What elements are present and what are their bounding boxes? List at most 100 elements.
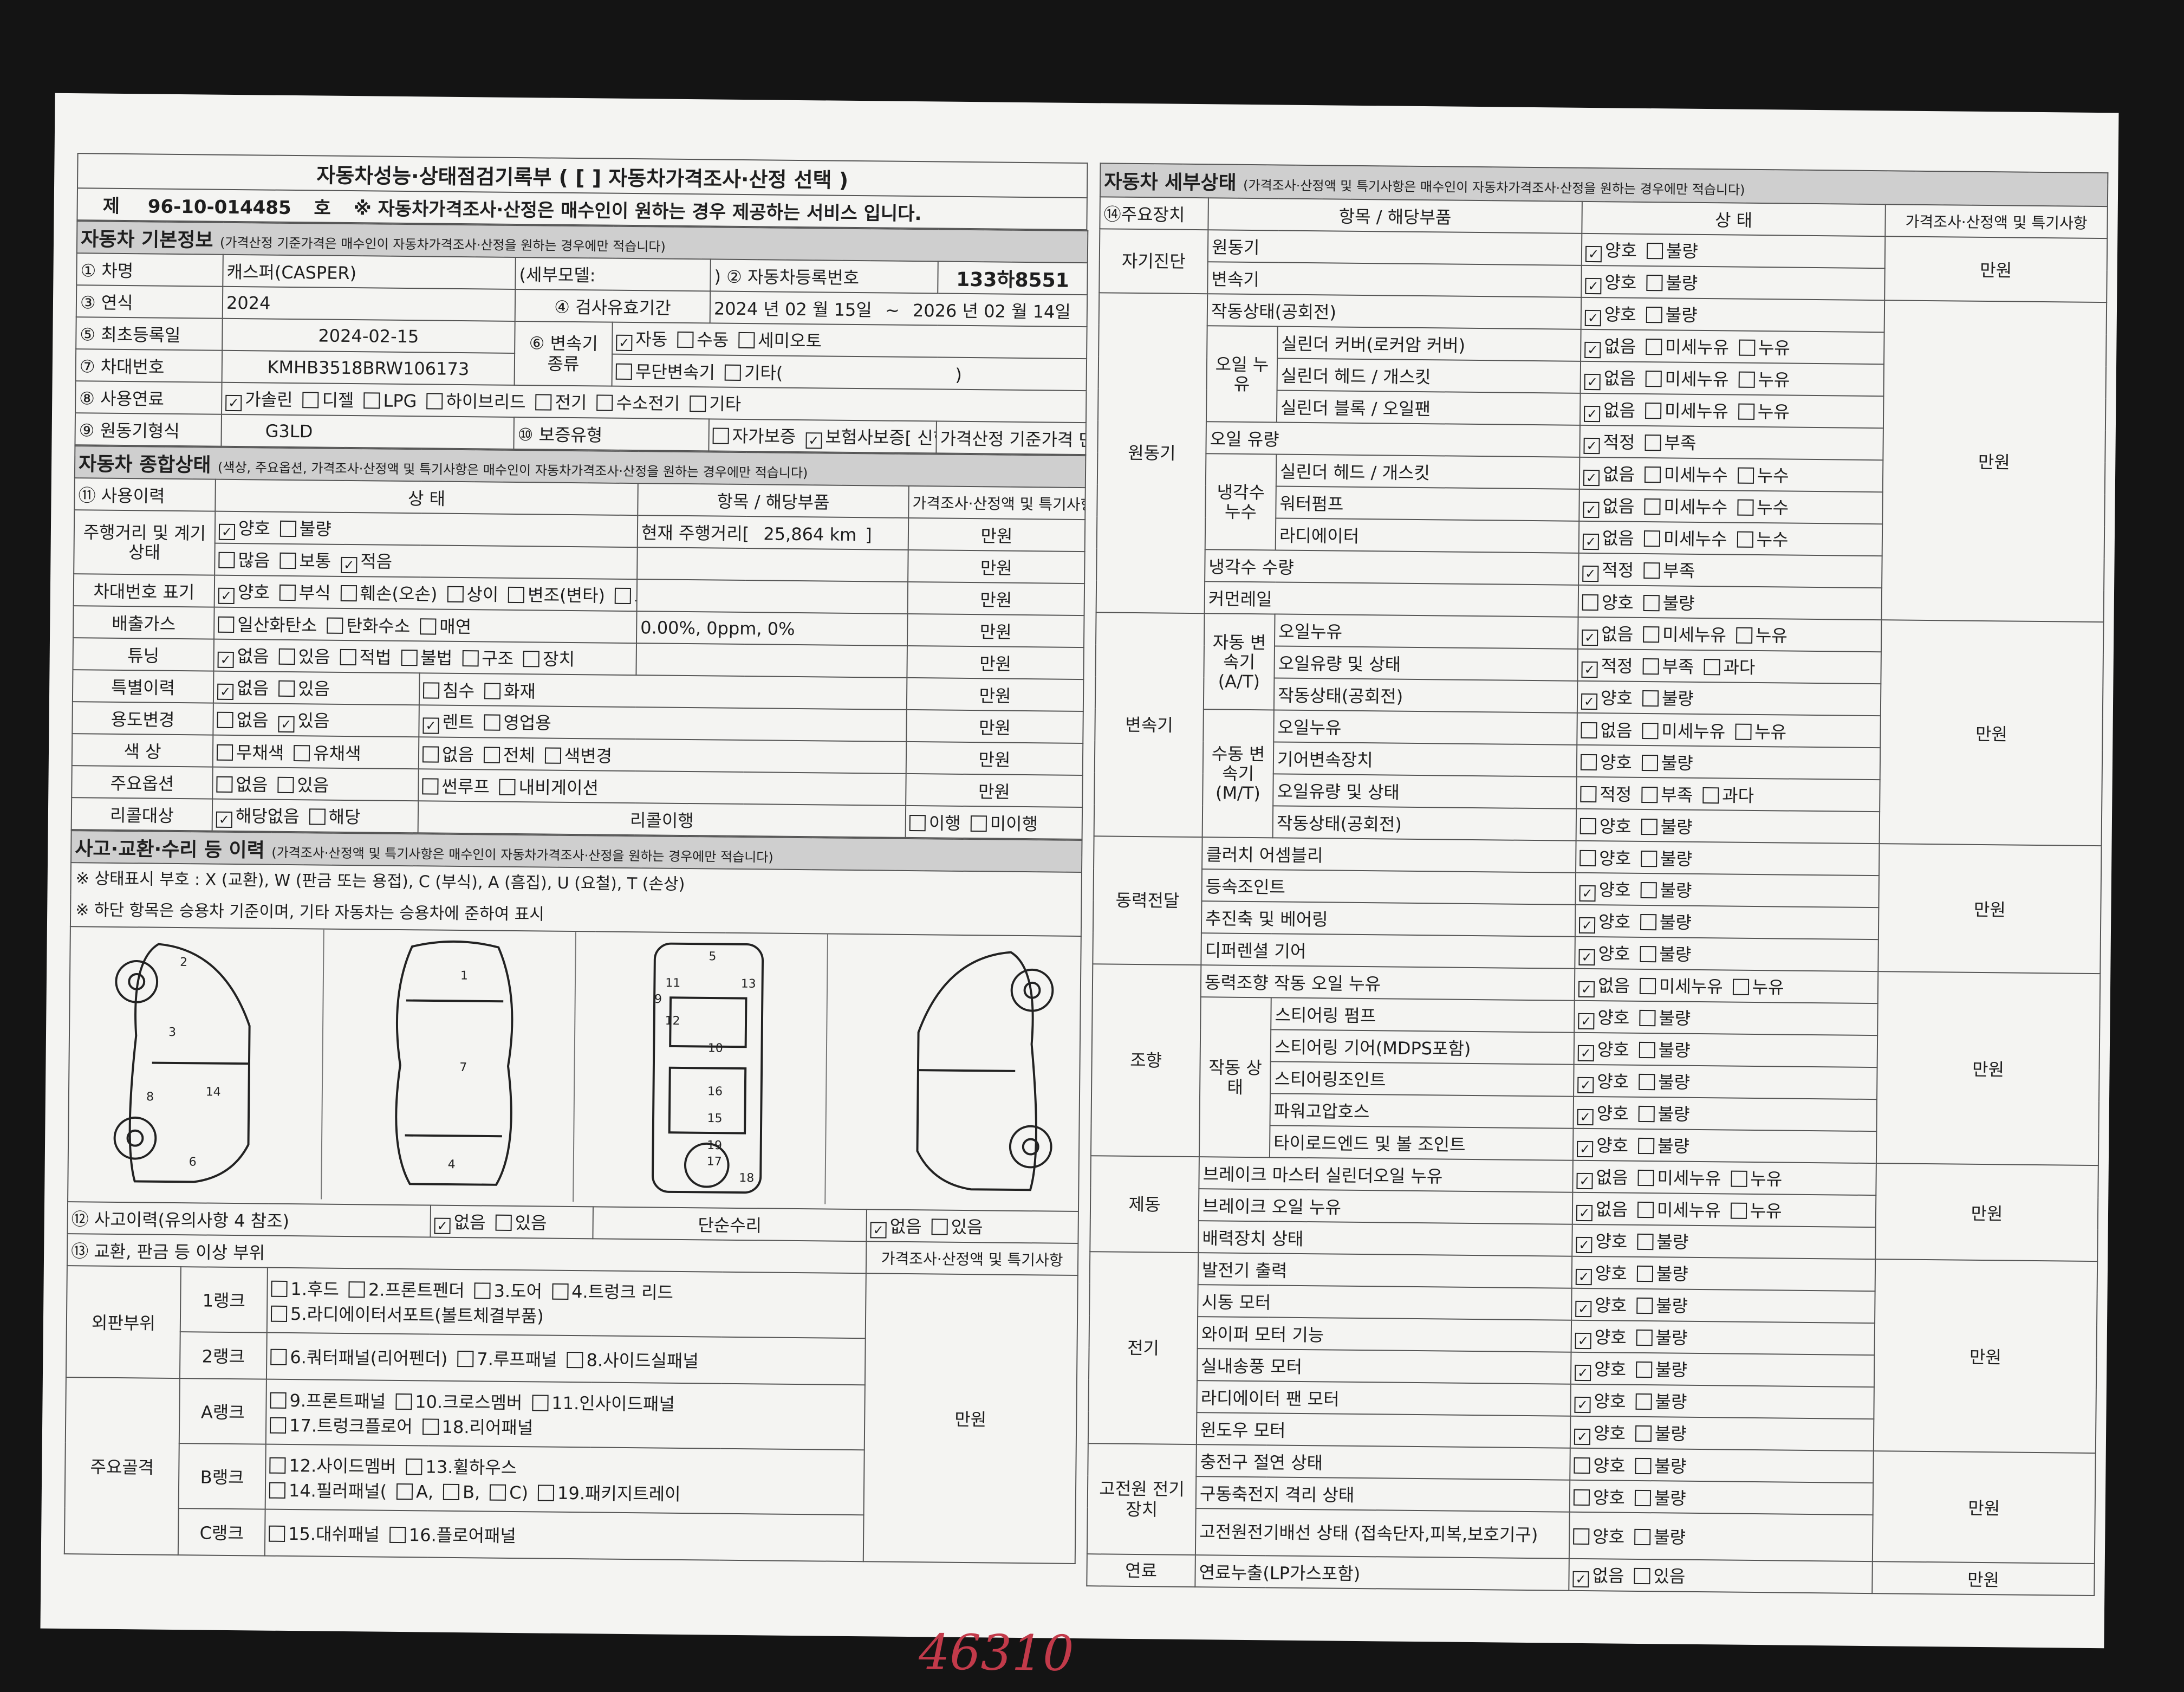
checkbox-icon[interactable]: [457, 1351, 474, 1367]
checkbox-option[interactable]: ✓ 양호: [218, 579, 270, 605]
checkbox-option[interactable]: ✓ 해당없음: [216, 802, 300, 828]
checkbox-option[interactable]: 침수: [422, 677, 474, 702]
checkbox-option[interactable]: 불량: [1634, 1484, 1686, 1509]
checkbox-option[interactable]: ✓ 적정: [1582, 556, 1634, 582]
checkbox-icon[interactable]: [1644, 466, 1661, 483]
checkbox-option[interactable]: 무채색: [216, 738, 284, 764]
checkbox-option[interactable]: 불량: [1637, 1132, 1689, 1158]
checkbox-icon[interactable]: [1635, 1457, 1652, 1474]
checkbox-option[interactable]: 양호: [1580, 748, 1632, 774]
checkbox-icon[interactable]: [1636, 1265, 1653, 1282]
checkbox-icon[interactable]: [1641, 754, 1658, 771]
checkbox-option[interactable]: ✓ 양호: [1575, 1324, 1627, 1350]
checkbox-option[interactable]: ✓ 양호: [1575, 1356, 1626, 1382]
checkbox-icon[interactable]: ✓: [1585, 245, 1602, 263]
checkbox-option[interactable]: ✓ 적음: [340, 548, 392, 574]
checkbox-option[interactable]: 일산화탄소: [218, 611, 317, 637]
checkbox-icon[interactable]: [1642, 626, 1660, 643]
checkbox-option[interactable]: 불량: [1640, 909, 1692, 934]
checkbox-icon[interactable]: [712, 427, 729, 444]
checkbox-option[interactable]: ✓ 없음: [1582, 524, 1634, 550]
checkbox-option[interactable]: 무단변속기: [615, 358, 716, 384]
checkbox-icon[interactable]: [1644, 402, 1662, 419]
checkbox-icon[interactable]: [1582, 594, 1598, 611]
checkbox-icon[interactable]: [422, 682, 440, 699]
checkbox-option[interactable]: 미이행: [970, 810, 1038, 835]
checkbox-option[interactable]: 상이: [447, 581, 498, 606]
checkbox-option[interactable]: 미세누유: [1642, 717, 1725, 742]
checkbox-icon[interactable]: ✓: [1583, 405, 1601, 423]
checkbox-icon[interactable]: [1643, 530, 1660, 547]
checkbox-icon[interactable]: [1639, 1041, 1655, 1059]
checkbox-icon[interactable]: [309, 808, 326, 825]
checkbox-icon[interactable]: ✓: [1576, 1204, 1593, 1222]
checkbox-option[interactable]: ✓ 양호: [1584, 301, 1636, 327]
checkbox-option[interactable]: 양호: [1580, 844, 1631, 870]
checkbox-icon[interactable]: [1580, 786, 1597, 802]
checkbox-icon[interactable]: ✓: [1572, 1571, 1589, 1588]
checkbox-option[interactable]: 5.라디에이터서포트(볼트체결부품): [270, 1300, 544, 1328]
checkbox-option[interactable]: ✓ 없음: [1584, 365, 1636, 391]
checkbox-icon[interactable]: [537, 1484, 555, 1501]
checkbox-icon[interactable]: [1580, 754, 1597, 770]
checkbox-option[interactable]: 탄화수소: [327, 612, 410, 637]
checkbox-icon[interactable]: ✓: [1575, 1268, 1592, 1286]
checkbox-option[interactable]: ✓ 렌트: [422, 708, 474, 734]
checkbox-option[interactable]: 14.필러패널(: [269, 1477, 387, 1503]
checkbox-option[interactable]: 부족: [1641, 781, 1693, 806]
checkbox-option[interactable]: 전체: [483, 741, 535, 767]
checkbox-icon[interactable]: [1642, 658, 1659, 675]
checkbox-icon[interactable]: [1731, 1170, 1747, 1187]
checkbox-option[interactable]: 3.도어: [474, 1277, 542, 1302]
checkbox-icon[interactable]: ✓: [1575, 1332, 1591, 1350]
checkbox-option[interactable]: 11.인사이드패널: [532, 1389, 675, 1416]
checkbox-option[interactable]: 불량: [1640, 877, 1692, 902]
checkbox-option[interactable]: ✓ 없음: [1572, 1562, 1624, 1588]
checkbox-icon[interactable]: [1574, 1457, 1590, 1474]
checkbox-icon[interactable]: [1640, 913, 1657, 931]
checkbox-icon[interactable]: [1638, 1105, 1655, 1123]
checkbox-icon[interactable]: [1580, 850, 1596, 866]
checkbox-icon[interactable]: [389, 1526, 406, 1544]
checkbox-icon[interactable]: [1644, 434, 1661, 451]
checkbox-icon[interactable]: ✓: [1584, 309, 1601, 327]
checkbox-option[interactable]: 내비게이션: [499, 773, 599, 799]
checkbox-icon[interactable]: ✓: [1582, 629, 1598, 646]
checkbox-icon[interactable]: [1573, 1489, 1590, 1506]
checkbox-option[interactable]: 불량: [1635, 1420, 1687, 1445]
checkbox-option[interactable]: 이행: [909, 809, 961, 834]
checkbox-option[interactable]: 19.패키지트레이: [537, 1479, 681, 1506]
checkbox-option[interactable]: 있음: [277, 771, 329, 796]
checkbox-icon[interactable]: [490, 1484, 506, 1501]
checkbox-icon[interactable]: [1580, 818, 1596, 834]
checkbox-option[interactable]: 양호: [1574, 1451, 1626, 1477]
checkbox-option[interactable]: 미세누유: [1644, 397, 1728, 423]
checkbox-option[interactable]: ✓ 없음: [1583, 461, 1635, 487]
checkbox-option[interactable]: ✓ 있음: [278, 707, 330, 733]
checkbox-icon[interactable]: [970, 815, 987, 832]
checkbox-icon[interactable]: [615, 363, 632, 380]
checkbox-option[interactable]: 불량: [1636, 1292, 1688, 1318]
checkbox-option[interactable]: 누유: [1738, 334, 1790, 360]
checkbox-option[interactable]: ✓ 양호: [1578, 940, 1630, 966]
checkbox-icon[interactable]: [269, 1482, 286, 1499]
checkbox-option[interactable]: 불량: [1646, 301, 1698, 327]
checkbox-option[interactable]: 미세누유: [1637, 1196, 1721, 1222]
checkbox-option[interactable]: 2.프론트펜더: [348, 1276, 465, 1302]
checkbox-option[interactable]: 불량: [1634, 1524, 1686, 1549]
checkbox-option[interactable]: 불량: [1638, 1100, 1690, 1126]
checkbox-option[interactable]: 자가보증: [712, 422, 796, 448]
checkbox-option[interactable]: ✓ 없음: [217, 675, 269, 701]
checkbox-option[interactable]: ✓ 양호: [1585, 237, 1637, 263]
checkbox-icon[interactable]: ✓: [1584, 341, 1601, 359]
checkbox-icon[interactable]: [277, 776, 294, 793]
checkbox-option[interactable]: 썬루프: [422, 773, 490, 798]
checkbox-option[interactable]: 15.대쉬패널: [269, 1520, 380, 1546]
checkbox-icon[interactable]: ✓: [278, 716, 295, 733]
checkbox-icon[interactable]: [218, 616, 235, 633]
checkbox-option[interactable]: 하이브리드: [426, 387, 526, 413]
checkbox-option[interactable]: ✓ 양호: [1576, 1228, 1628, 1254]
checkbox-icon[interactable]: [302, 392, 319, 409]
checkbox-option[interactable]: 불량: [1635, 1388, 1687, 1414]
checkbox-option[interactable]: 8.사이드실패널: [567, 1346, 699, 1372]
